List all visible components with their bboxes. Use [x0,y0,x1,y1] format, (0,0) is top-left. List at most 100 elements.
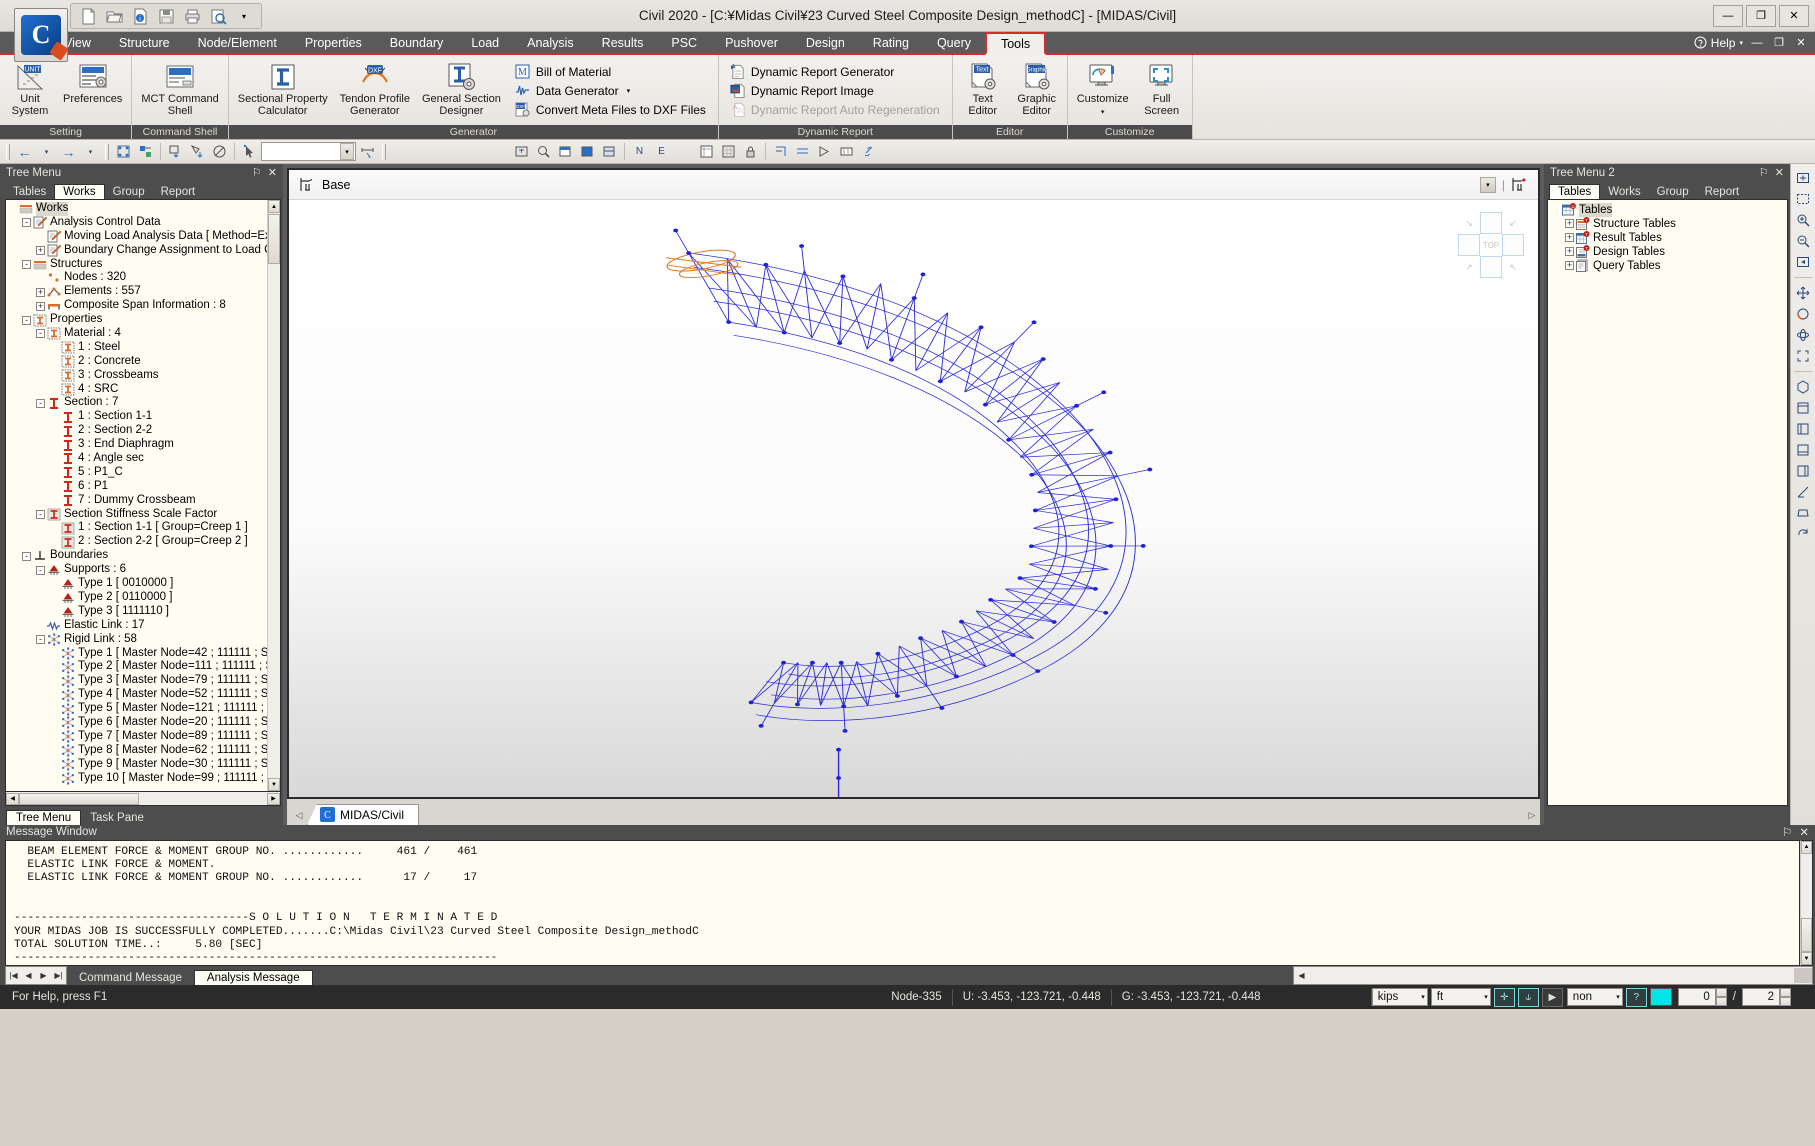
message-close-icon[interactable]: ✕ [1799,825,1809,839]
render-shaded-icon[interactable] [577,142,598,162]
tree-node[interactable]: Type 3 [ 1111110 ] [8,605,267,619]
customize-button[interactable]: Customize ▾ [1072,58,1134,121]
scroll-down-button[interactable]: ▼ [268,778,280,791]
tree-tab-works[interactable]: Works [54,184,105,199]
expand-icon[interactable]: + [1565,219,1574,229]
page-total-spinner[interactable]: ▲ ▼ [1780,988,1791,1006]
message-scroll-thumb[interactable] [1801,918,1812,953]
add-plane-icon[interactable] [1511,176,1528,193]
iso-view-icon[interactable] [1793,377,1814,397]
tree2-tab-report[interactable]: Report [1697,185,1748,199]
help-button[interactable]: Help ▾ [1694,36,1743,50]
graphic-editor-button[interactable]: Graphic Graphic Editor [1011,58,1063,120]
selection-combo[interactable]: ▾ [261,142,356,161]
customize-qat-icon[interactable]: ▾ [231,5,257,27]
toolbar-gripper[interactable] [6,143,10,160]
pan-icon[interactable] [1793,283,1814,303]
fit-view-icon[interactable] [1793,346,1814,366]
tree-node[interactable]: Type 10 [ Master Node=99 ; 111111 ; S [8,772,267,786]
pin-icon-2[interactable]: ⚐ [1759,166,1769,179]
message-hscrollbar[interactable]: ◀ [1293,966,1813,985]
tree-node[interactable]: Type 2 [ 0110000 ] [8,591,267,605]
element-display-icon[interactable]: E [651,142,672,162]
zoom-in-icon[interactable] [1793,210,1814,230]
pan-mode-button[interactable]: ✛ [1493,987,1515,1007]
expand-icon[interactable]: + [1565,261,1574,270]
zoom-previous-icon[interactable] [1793,252,1814,272]
works-tree[interactable]: Works - Analysis Control Data Moving Load A… [5,199,281,792]
nav-edge-w[interactable] [1458,234,1480,256]
color-swatch[interactable] [1649,988,1672,1006]
select-identity-icon[interactable] [135,142,156,162]
mct-command-shell-button[interactable]: MCT Command Shell [136,58,223,120]
msg-last-button[interactable]: ▶| [51,968,66,983]
tree-vertical-scrollbar[interactable]: ▲ ▼ [267,200,280,791]
tree-node[interactable]: - Supports : 6 [8,563,267,577]
undo-dropdown-icon[interactable]: ▾ [36,142,57,162]
mirror-mode-button[interactable]: ⫝ [1517,987,1539,1007]
ribbon-tab-results[interactable]: Results [588,32,658,53]
tree-node[interactable]: Type 3 [ Master Node=79 ; 111111 ; Slа [8,674,267,688]
tree2-tab-works[interactable]: Works [1600,185,1648,199]
stage-icon[interactable] [836,142,857,162]
tree-node[interactable]: Works [8,202,267,216]
tree-node[interactable]: 4 : SRC [8,383,267,397]
force-unit-select[interactable]: kips ▾ [1371,988,1428,1006]
tree-node[interactable]: Type 9 [ Master Node=30 ; 111111 ; Slа [8,758,267,772]
message-tab-analysis-message[interactable]: Analysis Message [193,970,313,985]
collapse-icon[interactable]: - [36,635,45,645]
unit-system-button[interactable]: UNIT Unit System [4,58,56,120]
collapse-icon[interactable]: - [22,260,31,269]
tree-node[interactable]: Type 1 [ Master Node=42 ; 111111 ; Slа [8,647,267,661]
redo-dropdown-icon[interactable]: ▾ [80,142,101,162]
zoom-window-icon[interactable] [533,142,554,162]
expand-icon[interactable]: + [36,301,45,311]
tree-node[interactable]: + T Result Tables [1551,231,1787,245]
ribbon-tab-load[interactable]: Load [457,32,513,53]
expand-icon[interactable]: + [1565,247,1574,257]
minimize-button[interactable]: — [1713,4,1743,27]
collapse-icon[interactable]: - [36,398,45,408]
app-logo[interactable]: C [14,8,68,62]
model-canvas[interactable] [289,201,1538,797]
text-editor-button[interactable]: Text Text Editor [957,58,1009,120]
tree-tab-group[interactable]: Group [105,185,153,199]
ribbon-tab-structure[interactable]: Structure [105,32,184,53]
print-icon[interactable] [179,5,205,27]
non-select[interactable]: non ▾ [1566,988,1623,1006]
select-window-icon[interactable] [165,142,186,162]
arrow-right-icon[interactable] [814,142,835,162]
base-plane-dropdown[interactable]: ▾ [1479,176,1496,193]
msg-prev-button[interactable]: ◀ [21,968,36,983]
close-icon[interactable]: ✕ [268,166,277,179]
tree2-tab-tables[interactable]: Tables [1549,184,1601,199]
tree-node[interactable]: + Query Tables [1551,259,1787,273]
dynamic-report-generator-item[interactable]: Dynamic Report Generator [727,62,946,81]
hscroll-thumb[interactable] [19,792,139,805]
ribbon-tab-psc[interactable]: PSC [657,32,711,53]
tree-node[interactable]: 2 : Section 2-2 [8,424,267,438]
convert-meta-to-dxf-item[interactable]: DXF Convert Meta Files to DXF Files [512,100,712,119]
tree-node[interactable]: 2 : Concrete [8,355,267,369]
tree-node[interactable]: 3 : End Diaphragm [8,438,267,452]
dynamic-report-image-item[interactable]: Dynamic Report Image [727,81,946,100]
msg-next-button[interactable]: ▶ [36,968,51,983]
hscroll-left-button[interactable]: ◀ [6,792,19,805]
tree-node[interactable]: Type 7 [ Master Node=89 ; 111111 ; Slа [8,730,267,744]
tree-node[interactable]: Type 6 [ Master Node=20 ; 111111 ; Slа [8,716,267,730]
right-view-icon[interactable] [1793,461,1814,481]
tree2-tab-group[interactable]: Group [1649,185,1697,199]
tree-node[interactable]: Type 1 [ 0010000 ] [8,577,267,591]
tree-node[interactable]: - Rigid Link : 58 [8,633,267,647]
nav-edge-n[interactable] [1480,212,1502,234]
tree-node[interactable]: 2 : Section 2-2 [ Group=Creep 2 ] [8,535,267,549]
zoom-out-icon[interactable] [1793,231,1814,251]
message-pin-icon[interactable]: ⚐ [1782,825,1792,839]
perspective-icon[interactable] [1793,503,1814,523]
message-text-area[interactable]: BEAM ELEMENT FORCE & MOMENT GROUP NO. ..… [5,839,1800,967]
tree-node[interactable]: Type 8 [ Master Node=62 ; 111111 ; Slа [8,744,267,758]
tree-node[interactable]: + Elements : 557 [8,285,267,299]
tab-next-button[interactable]: ▷ [1524,805,1540,825]
zoom-fit-icon[interactable] [511,142,532,162]
ribbon-tab-boundary[interactable]: Boundary [376,32,458,53]
